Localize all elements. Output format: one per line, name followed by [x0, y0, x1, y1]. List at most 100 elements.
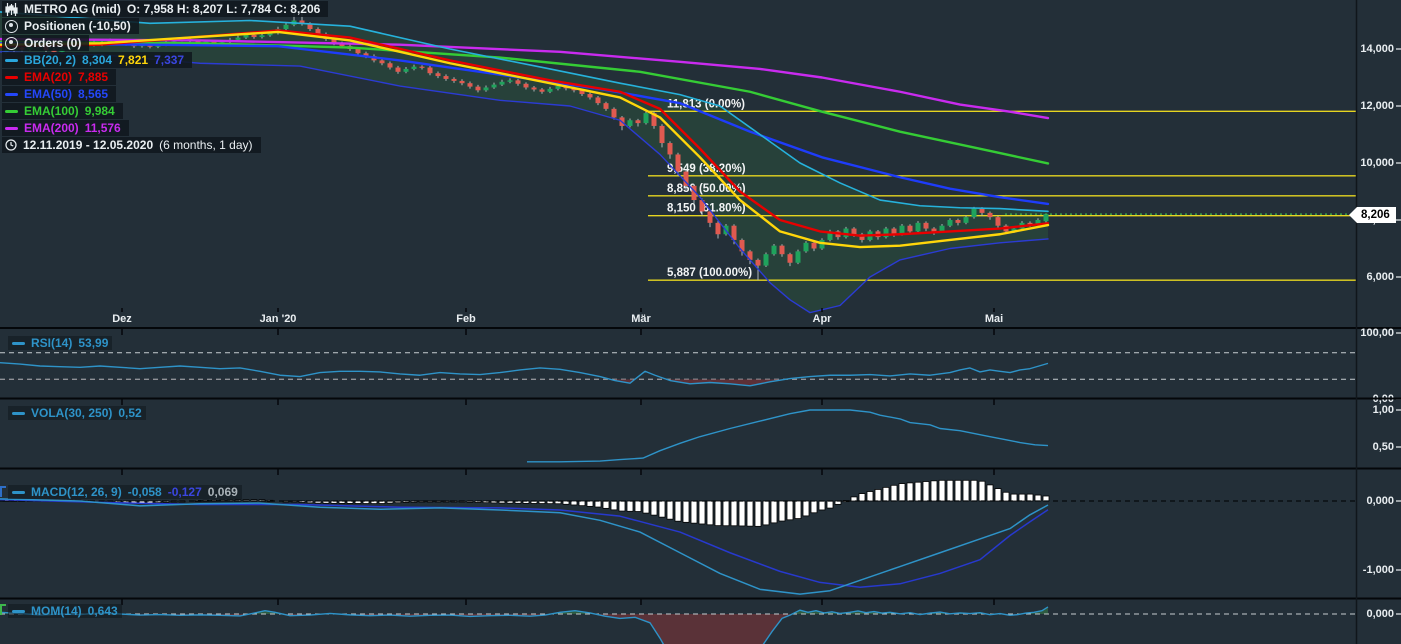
- indicator-name: EMA(50): [24, 87, 72, 101]
- candle-body: [780, 246, 785, 255]
- mom-panel: [0, 607, 1356, 644]
- macd-line: [0, 499, 1048, 594]
- macd-histogram-bar: [1043, 496, 1049, 501]
- date-range-row: 12.11.2019 - 12.05.2020 (6 months, 1 day…: [2, 137, 261, 153]
- panel-separator: [0, 468, 1401, 470]
- legend-indicator-3[interactable]: EMA(100) 9,984: [2, 103, 123, 119]
- rsi-axis-label: 100,00: [1360, 327, 1394, 339]
- macd-histogram-bar: [811, 501, 817, 513]
- macd-histogram-bar: [651, 501, 657, 515]
- indicator-color-dash-icon: [5, 59, 18, 62]
- candle-body: [796, 251, 801, 262]
- macd-histogram-bar: [1003, 492, 1009, 501]
- macd-histogram-bar: [699, 501, 705, 524]
- radio-icon: [5, 20, 18, 33]
- orders-label: Orders (0): [24, 36, 81, 50]
- radio-icon: [5, 37, 18, 50]
- candle-body: [420, 67, 425, 68]
- last-price-badge: 8,206: [1357, 207, 1396, 223]
- candle-body: [636, 120, 641, 123]
- macd-histogram-bar: [795, 501, 801, 519]
- legend-indicator-2[interactable]: EMA(50)8,565: [2, 86, 116, 102]
- indicator-value: 0,069: [208, 485, 238, 499]
- clipped-indicator-icon: [0, 486, 6, 497]
- macd-histogram-bar: [899, 484, 905, 501]
- mom-axis-label: 0,000: [1366, 608, 1394, 620]
- positionen-toggle[interactable]: Positionen (-10,50): [2, 18, 139, 34]
- candle-body: [516, 80, 521, 83]
- month-label: Apr: [813, 313, 833, 325]
- indicator-name: EMA(100): [24, 104, 79, 118]
- legend-indicator-4[interactable]: EMA(200)11,576: [2, 120, 129, 136]
- macd-histogram-bar: [643, 501, 649, 513]
- candle-body: [852, 229, 857, 235]
- indicator-color-dash-icon: [12, 491, 25, 494]
- candle-body: [532, 87, 537, 89]
- legend-indicator-1[interactable]: EMA(20)7,885: [2, 69, 116, 85]
- candle-body: [940, 226, 945, 232]
- candle-body: [772, 246, 777, 255]
- vola-axis-label: 0,50: [1373, 441, 1394, 453]
- candle-body: [668, 143, 673, 154]
- candle-body: [980, 209, 985, 213]
- macd-histogram-bar: [691, 501, 697, 523]
- panel-separator: [0, 327, 1401, 329]
- panel-separator: [0, 598, 1401, 600]
- candle-body: [396, 68, 401, 72]
- panel-separator: [0, 398, 1401, 400]
- candle-body: [988, 213, 993, 217]
- candle-body: [540, 89, 545, 91]
- macd-histogram-bar: [587, 501, 593, 506]
- rsi-legend[interactable]: RSI(14)53,99: [8, 336, 112, 350]
- candle-body: [460, 81, 465, 83]
- candle-body: [804, 243, 809, 252]
- last-price-value: 8,206: [1361, 209, 1390, 221]
- candle-body: [756, 260, 761, 266]
- macd-histogram-bar: [739, 501, 745, 526]
- macd-histogram-bar: [755, 501, 761, 526]
- candle-body: [812, 243, 817, 249]
- positionen-label: Positionen (-10,50): [24, 19, 131, 33]
- macd-histogram-bar: [635, 501, 641, 512]
- candle-body: [660, 126, 665, 143]
- candle-body: [444, 76, 449, 79]
- month-label: Feb: [456, 313, 476, 325]
- indicator-name: RSI(14): [31, 336, 72, 350]
- candle-body: [612, 109, 617, 118]
- vola-legend[interactable]: VOLA(30, 250)0,52: [8, 406, 146, 420]
- macd-legend[interactable]: MACD(12, 26, 9)-0,058-0,1270,069: [8, 485, 242, 499]
- candle-body: [764, 254, 769, 265]
- price-axis-label: 10,000: [1360, 157, 1394, 169]
- candle-body: [628, 120, 633, 126]
- indicator-value: 7,821: [118, 53, 148, 67]
- candle-body: [588, 94, 593, 97]
- macd-axis-label: -1,000: [1363, 564, 1394, 576]
- macd-histogram-bar: [963, 480, 969, 501]
- indicator-value: 0,643: [88, 604, 118, 618]
- indicator-value: 9,984: [85, 104, 115, 118]
- macd-histogram-bar: [683, 501, 689, 522]
- candle-body: [412, 67, 417, 69]
- macd-histogram-bar: [579, 501, 585, 506]
- macd-histogram-bar: [763, 501, 769, 525]
- candle-body: [500, 82, 505, 85]
- orders-toggle[interactable]: Orders (0): [2, 35, 89, 51]
- candle-body: [604, 103, 609, 109]
- candle-body: [508, 80, 513, 81]
- candle-body: [972, 209, 977, 218]
- vola-axis-label: 1,00: [1373, 404, 1394, 416]
- macd-histogram-bar: [715, 501, 721, 526]
- mom-legend[interactable]: MOM(14) 0,643: [8, 604, 122, 618]
- indicator-value: 7,885: [78, 70, 108, 84]
- macd-histogram-bar: [595, 501, 601, 507]
- candle-body: [908, 226, 913, 232]
- indicator-name: MOM(14): [31, 604, 82, 618]
- candle-body: [356, 49, 361, 53]
- macd-signal-line: [0, 500, 1048, 588]
- legend-indicator-0[interactable]: BB(20, 2)8,3047,8217,337: [2, 52, 192, 68]
- candle-body: [964, 217, 969, 223]
- candle-body: [468, 83, 473, 86]
- chart-legend: METRO AG (mid) O: 7,958 H: 8,207 L: 7,78…: [2, 1, 328, 153]
- indicator-value: 0,52: [118, 406, 141, 420]
- month-label: Mai: [985, 313, 1003, 325]
